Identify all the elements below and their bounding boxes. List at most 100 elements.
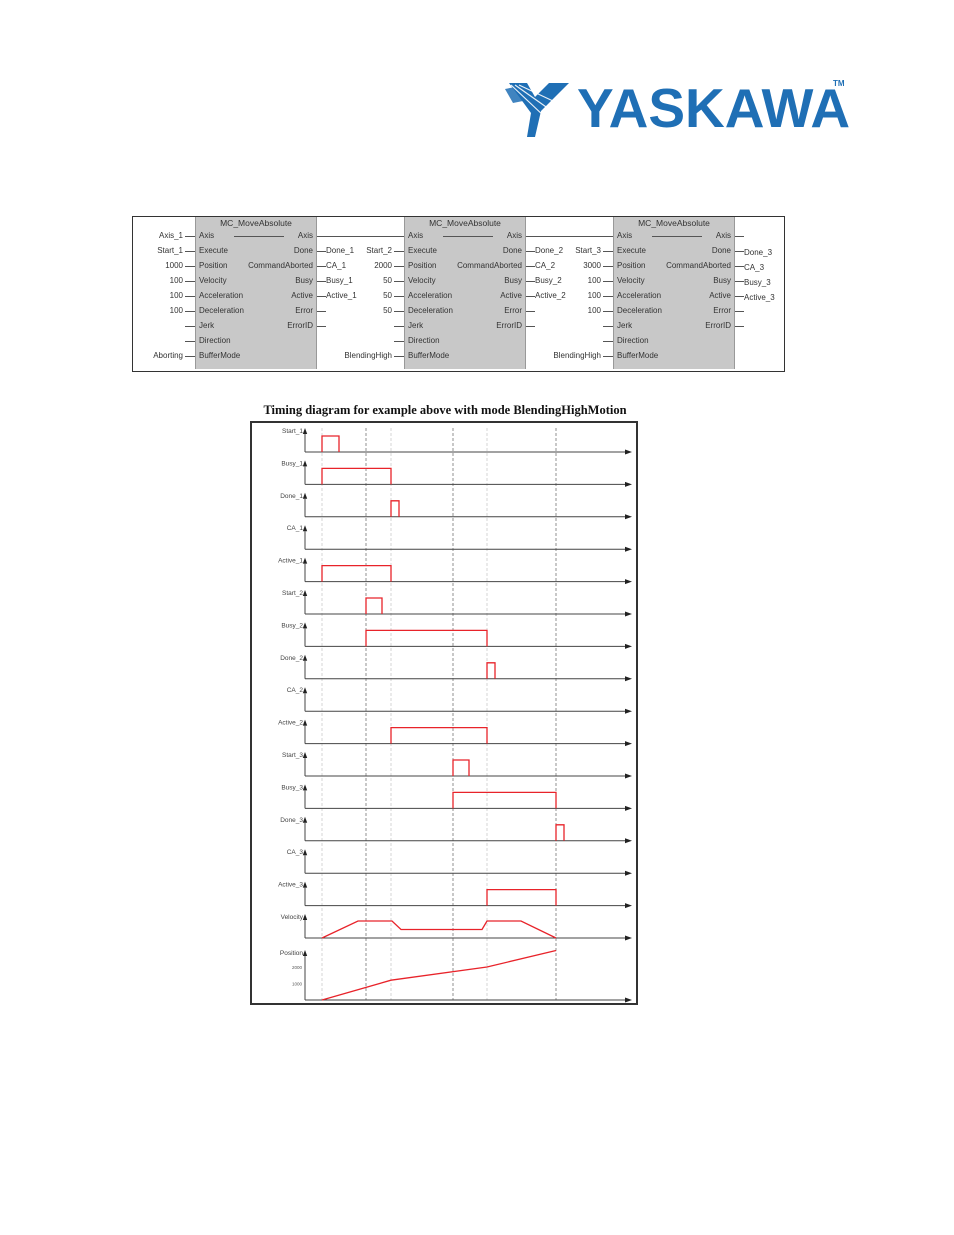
input-pin-axis: Axis: [408, 231, 424, 240]
output-wire: [525, 266, 535, 267]
input-wire: [185, 311, 195, 312]
output-wire: [316, 251, 326, 252]
output-pin-errorid: ErrorID: [287, 321, 313, 330]
input-pin-acceleration: Acceleration: [408, 291, 453, 300]
input-wire: [394, 296, 404, 297]
input-wire: [185, 356, 195, 357]
output-value-active: Active_2: [535, 291, 566, 300]
axis-link-wire: [316, 236, 404, 237]
input-value-buffermode: Aborting: [153, 351, 183, 360]
input-pin-buffermode: BufferMode: [199, 351, 241, 360]
input-value-acceleration: 100: [169, 291, 183, 300]
output-pin-commandaborted: CommandAborted: [248, 261, 313, 270]
output-pin-axis: Axis: [297, 231, 313, 240]
block-title: MC_MoveAbsolute: [220, 218, 292, 228]
output-wire: [734, 266, 744, 267]
output-wire: [316, 296, 326, 297]
input-pin-execute: Execute: [408, 246, 437, 255]
yaskawa-logo: YASKAWA TM: [505, 73, 850, 143]
output-value-busy: Busy_3: [744, 278, 771, 287]
mc-moveabsolute-block-2: MC_MoveAbsolute Axis Execute Position Veloci…: [404, 217, 526, 369]
output-pin-busy: Busy: [295, 276, 313, 285]
logo-trademark: TM: [833, 79, 845, 88]
input-wire: [394, 251, 404, 252]
input-value-execute: Start_1: [157, 246, 183, 255]
output-pin-busy: Busy: [504, 276, 522, 285]
input-wire: [394, 356, 404, 357]
input-wire: [394, 326, 404, 327]
output-pin-axis: Axis: [715, 231, 731, 240]
input-pin-axis: Axis: [199, 231, 215, 240]
axis-link-wire: [525, 236, 613, 237]
output-value-commandaborted: CA_3: [744, 263, 765, 272]
input-pin-position: Position: [617, 261, 646, 270]
input-wire: [603, 341, 613, 342]
input-value-buffermode: BlendingHigh: [344, 351, 392, 360]
input-value-deceleration: 50: [383, 306, 392, 315]
input-pin-acceleration: Acceleration: [617, 291, 662, 300]
output-value-busy: Busy_2: [535, 276, 562, 285]
input-wire: [603, 266, 613, 267]
input-pin-deceleration: Deceleration: [408, 306, 453, 315]
input-wire: [603, 356, 613, 357]
input-wire: [603, 296, 613, 297]
input-wire: [603, 281, 613, 282]
output-pin-active: Active: [500, 291, 522, 300]
input-pin-jerk: Jerk: [408, 321, 424, 330]
output-wire: [316, 311, 326, 312]
output-wire: [734, 236, 744, 237]
input-pin-deceleration: Deceleration: [199, 306, 244, 315]
input-value-velocity: 100: [169, 276, 183, 285]
output-pin-commandaborted: CommandAborted: [457, 261, 522, 270]
output-wire: [316, 266, 326, 267]
input-wire: [603, 251, 613, 252]
timing-diagram-title: Timing diagram for example above with mo…: [263, 403, 627, 417]
input-wire: [394, 281, 404, 282]
input-pin-position: Position: [199, 261, 228, 270]
output-pin-error: Error: [713, 306, 731, 315]
input-pin-position: Position: [408, 261, 437, 270]
output-pin-done: Done: [293, 246, 313, 255]
input-pin-buffermode: BufferMode: [617, 351, 659, 360]
mc-moveabsolute-block-3: MC_MoveAbsolute Axis Execute Position Veloci…: [613, 217, 735, 369]
input-wire: [603, 236, 613, 237]
input-pin-direction: Direction: [199, 336, 231, 345]
output-wire: [734, 251, 744, 252]
mc-moveabsolute-block-1: MC_MoveAbsolute Axis Execute Position Veloci…: [195, 217, 317, 369]
logo-wordmark: YASKAWA: [577, 77, 851, 139]
input-pin-jerk: Jerk: [199, 321, 215, 330]
input-value-position: 2000: [374, 261, 392, 270]
output-wire: [734, 281, 744, 282]
output-pin-axis: Axis: [506, 231, 522, 240]
output-value-busy: Busy_1: [326, 276, 353, 285]
input-pin-velocity: Velocity: [199, 276, 227, 285]
output-wire: [734, 326, 744, 327]
input-value-position: 3000: [583, 261, 601, 270]
output-wire: [525, 296, 535, 297]
input-wire: [394, 266, 404, 267]
input-pin-acceleration: Acceleration: [199, 291, 244, 300]
output-pin-busy: Busy: [713, 276, 731, 285]
input-pin-deceleration: Deceleration: [617, 306, 662, 315]
input-wire: [185, 296, 195, 297]
input-value-axis: Axis_1: [158, 231, 183, 240]
axis-passthrough-line: [234, 236, 284, 237]
output-wire: [525, 251, 535, 252]
output-value-active: Active_3: [744, 293, 775, 302]
input-pin-buffermode: BufferMode: [408, 351, 450, 360]
input-wire: [185, 326, 195, 327]
output-wire: [316, 326, 326, 327]
yaskawa-emblem-icon: [505, 83, 569, 137]
output-value-commandaborted: CA_1: [326, 261, 347, 270]
output-pin-errorid: ErrorID: [496, 321, 522, 330]
input-wire: [394, 236, 404, 237]
input-value-execute: Start_3: [575, 246, 601, 255]
output-pin-done: Done: [502, 246, 522, 255]
output-value-done: Done_2: [535, 246, 564, 255]
output-pin-done: Done: [711, 246, 731, 255]
input-value-buffermode: BlendingHigh: [553, 351, 601, 360]
input-value-execute: Start_2: [366, 246, 392, 255]
input-pin-velocity: Velocity: [408, 276, 436, 285]
output-pin-active: Active: [291, 291, 313, 300]
output-pin-active: Active: [709, 291, 731, 300]
